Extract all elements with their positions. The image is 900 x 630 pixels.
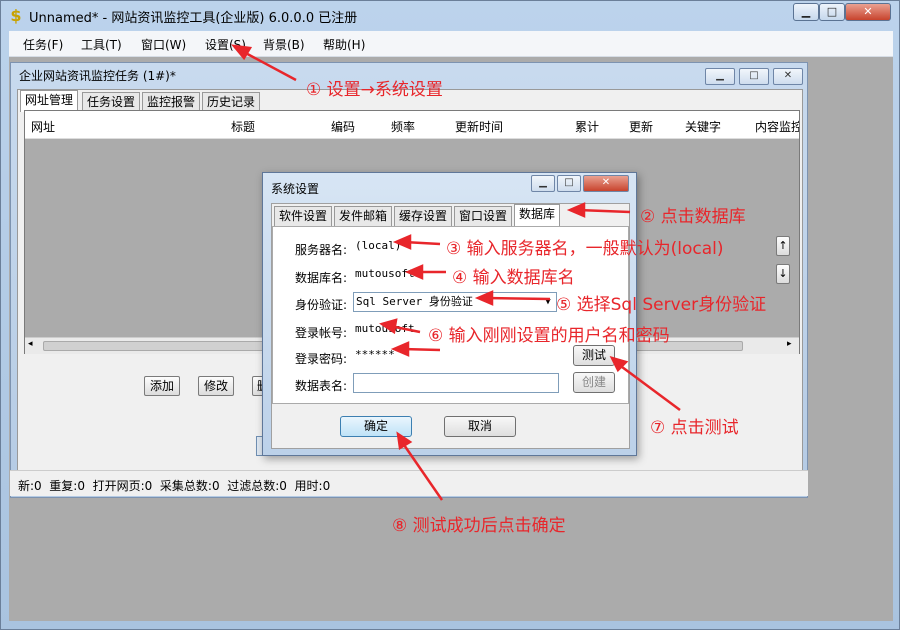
tab-sender-email[interactable]: 发件邮箱: [334, 206, 393, 226]
ok-button[interactable]: 确定: [340, 416, 412, 437]
edit-button[interactable]: 修改: [198, 376, 234, 396]
column-header[interactable]: 编码: [331, 118, 355, 135]
tab-history[interactable]: 历史记录: [202, 92, 261, 112]
column-header[interactable]: 内容监控: [755, 118, 799, 135]
password-label: 登录密码:: [294, 352, 347, 366]
tab-task-settings[interactable]: 任务设置: [82, 92, 141, 112]
title-bar[interactable]: $ Unnamed* - 网站资讯监控工具(企业版) 6.0.0.0 已注册 ▁…: [1, 1, 900, 31]
dialog-maximize-button[interactable]: □: [557, 175, 581, 192]
annotation-1: ① 设置→系统设置: [306, 80, 443, 100]
task-maximize-button[interactable]: □: [739, 68, 769, 85]
tab-database[interactable]: 数据库: [514, 204, 561, 226]
auth-select-value: Sql Server 身份验证: [356, 295, 473, 308]
column-header[interactable]: 累计: [575, 118, 599, 135]
dialog-title: 系统设置: [271, 182, 320, 196]
close-button[interactable]: ✕: [845, 3, 891, 21]
status-bar: 新:0 重复:0 打开网页:0 采集总数:0 过滤总数:0 用时:0: [10, 470, 808, 496]
database-input[interactable]: mutousoft: [353, 265, 427, 285]
server-label: 服务器名:: [294, 243, 347, 257]
table-label: 数据表名:: [294, 379, 347, 393]
test-button[interactable]: 测试: [573, 345, 615, 366]
dialog-close-button[interactable]: ✕: [583, 175, 629, 192]
tab-url-manage[interactable]: 网址管理: [20, 90, 79, 112]
maximize-button[interactable]: □: [819, 3, 845, 21]
server-input[interactable]: (local): [353, 237, 425, 257]
tab-software-settings[interactable]: 软件设置: [274, 206, 333, 226]
scroll-left-icon[interactable]: ◂: [28, 339, 33, 349]
window-title: Unnamed* - 网站资讯监控工具(企业版) 6.0.0.0 已注册: [29, 11, 358, 26]
annotation-7: ⑦ 点击测试: [650, 418, 739, 438]
menu-background[interactable]: 背景(B): [263, 36, 305, 53]
cancel-button[interactable]: 取消: [444, 416, 516, 437]
task-close-button[interactable]: ✕: [773, 68, 803, 85]
task-window-title: 企业网站资讯监控任务 (1#)*: [19, 69, 176, 83]
annotation-2: ② 点击数据库: [640, 207, 746, 227]
add-button[interactable]: 添加: [144, 376, 180, 396]
menu-help[interactable]: 帮助(H): [323, 36, 365, 53]
annotation-5: ⑤ 选择Sql Server身份验证: [556, 295, 767, 315]
create-button[interactable]: 创建: [573, 372, 615, 393]
column-header[interactable]: 网址: [31, 118, 55, 135]
login-label: 登录帐号:: [294, 326, 347, 340]
column-header[interactable]: 频率: [391, 118, 415, 135]
dialog-minimize-button[interactable]: ▁: [531, 175, 555, 192]
auth-select[interactable]: Sql Server 身份验证 ▼: [353, 292, 557, 312]
password-input[interactable]: ******: [353, 346, 413, 366]
minimize-button[interactable]: ▁: [793, 3, 819, 21]
chevron-down-icon[interactable]: ▼: [541, 294, 555, 310]
menu-task[interactable]: 任务(F): [23, 36, 63, 53]
database-label: 数据库名:: [294, 271, 347, 285]
column-header[interactable]: 关键字: [685, 118, 721, 135]
tab-window-settings[interactable]: 窗口设置: [454, 206, 513, 226]
menu-bar: 任务(F) 工具(T) 窗口(W) 设置(S) 背景(B) 帮助(H): [9, 31, 893, 57]
menu-window[interactable]: 窗口(W): [141, 36, 186, 53]
arrow-up-icon[interactable]: ↑: [776, 236, 790, 256]
column-header[interactable]: 更新时间: [455, 118, 503, 135]
auth-label: 身份验证:: [294, 298, 347, 312]
tab-monitor-alarm[interactable]: 监控报警: [142, 92, 201, 112]
annotation-6: ⑥ 输入刚刚设置的用户名和密码: [428, 326, 670, 346]
annotation-4: ④ 输入数据库名: [452, 268, 575, 288]
table-input[interactable]: [353, 373, 559, 393]
status-text: 新:0 重复:0 打开网页:0 采集总数:0 过滤总数:0 用时:0: [18, 479, 331, 493]
annotation-8: ⑧ 测试成功后点击确定: [392, 516, 566, 536]
grid-header: 网址 标题 编码 频率 更新时间 累计 更新 关键字 内容监控: [25, 111, 799, 139]
column-header[interactable]: 更新: [629, 118, 653, 135]
arrow-down-icon[interactable]: ↓: [776, 264, 790, 284]
column-header[interactable]: 标题: [231, 118, 255, 135]
menu-tools[interactable]: 工具(T): [81, 36, 122, 53]
scroll-right-icon[interactable]: ▸: [787, 339, 792, 349]
annotation-3: ③ 输入服务器名，一般默认为(local): [446, 239, 724, 259]
app-dollar-icon: $: [10, 6, 22, 25]
tab-cache-settings[interactable]: 缓存设置: [394, 206, 453, 226]
login-input[interactable]: mutousoft: [353, 320, 427, 340]
menu-settings[interactable]: 设置(S): [205, 36, 246, 53]
task-minimize-button[interactable]: ▁: [705, 68, 735, 85]
